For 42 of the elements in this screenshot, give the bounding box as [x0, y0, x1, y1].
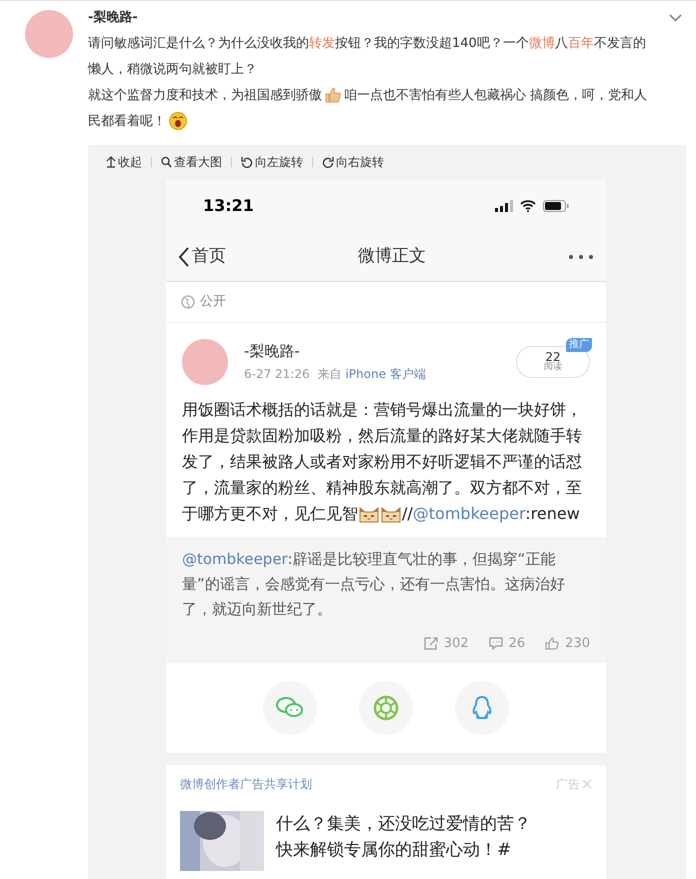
rotate-left-icon [241, 156, 253, 168]
post-body: 用饭圈话术概括的话就是：营销号爆出流量的一块好饼，作用是贷款固粉加吸粉，然后流量的路好某大佬就随手转发了，结果被路人或者对家粉用不好听逻辑不严谨的话怼了，流量家的粉丝、精神股东就高潮了。双方都不对，至于哪方更不对，见仁见智 //@tombkeeper:renew [182, 398, 583, 526]
chevron-left-icon [178, 247, 190, 267]
post-date: 6-27 21:26 [244, 366, 310, 384]
search-icon [161, 156, 172, 168]
visibility-label: 公开 [200, 292, 226, 311]
toolbar-button[interactable]: 向右旋转 [322, 152, 384, 170]
post-source: 来自 iPhone 客户端 [318, 366, 426, 384]
aperture-icon [373, 695, 399, 721]
more-icon[interactable] [568, 254, 594, 260]
repost-icon [424, 636, 438, 650]
surprised-face-icon [168, 110, 188, 131]
repost-text: @tombkeeper:辟谣是比较理直气壮的事，但揭穿“正能量”的谣言，会感觉有一点亏心，还有一点害怕。这病治好了，就迈向新世纪了。 [182, 548, 566, 620]
avatar[interactable] [25, 10, 73, 58]
toolbar-button[interactable]: 向左旋转 [241, 152, 303, 170]
globe-icon [181, 294, 195, 308]
penguin-icon [471, 695, 493, 721]
post-text: 请问敏感词汇是什么？为什么没收我的转发按钮？我的字数没超140吧？一个微博八百年不发言的懒人，稍微说两句就被盯上？ [88, 34, 647, 78]
rotate-right-icon [322, 156, 334, 168]
signal-icon [495, 200, 513, 212]
toolbar-button[interactable]: 收起 [106, 152, 142, 170]
ad-text[interactable]: 快来解锁专属你的甜蜜心动！# [276, 837, 531, 863]
post-text: 就这个监督力度和技术，为祖国感到骄傲 咱一点也不害怕有些人包藏祸心 搞颜色，呵，党和人民都看着呢！ [88, 82, 656, 134]
back-button[interactable]: 首页 [178, 244, 226, 270]
ad-text[interactable]: 什么？集美，还没吃过爱情的苦？ [276, 811, 531, 837]
author-name[interactable]: -梨晚路- [88, 8, 138, 28]
toolbar-button[interactable]: 查看大图 [161, 152, 222, 170]
chevron-down-icon[interactable] [669, 14, 682, 22]
comment-icon [488, 636, 503, 650]
chat-bubbles-icon [276, 697, 304, 719]
close-icon[interactable] [582, 779, 592, 789]
thumbs-up-icon [324, 86, 342, 104]
collapse-icon [106, 156, 116, 168]
wifi-icon [520, 200, 536, 212]
author-name[interactable]: -梨晚路- [244, 340, 516, 362]
page-title: 微博正文 [358, 245, 426, 268]
battery-icon [543, 200, 569, 212]
cat-face-icon [380, 504, 402, 524]
cat-face-icon [358, 504, 380, 524]
status-time: 13:21 [203, 195, 254, 217]
avatar[interactable] [182, 338, 228, 384]
thumbs-up-icon [545, 636, 560, 650]
